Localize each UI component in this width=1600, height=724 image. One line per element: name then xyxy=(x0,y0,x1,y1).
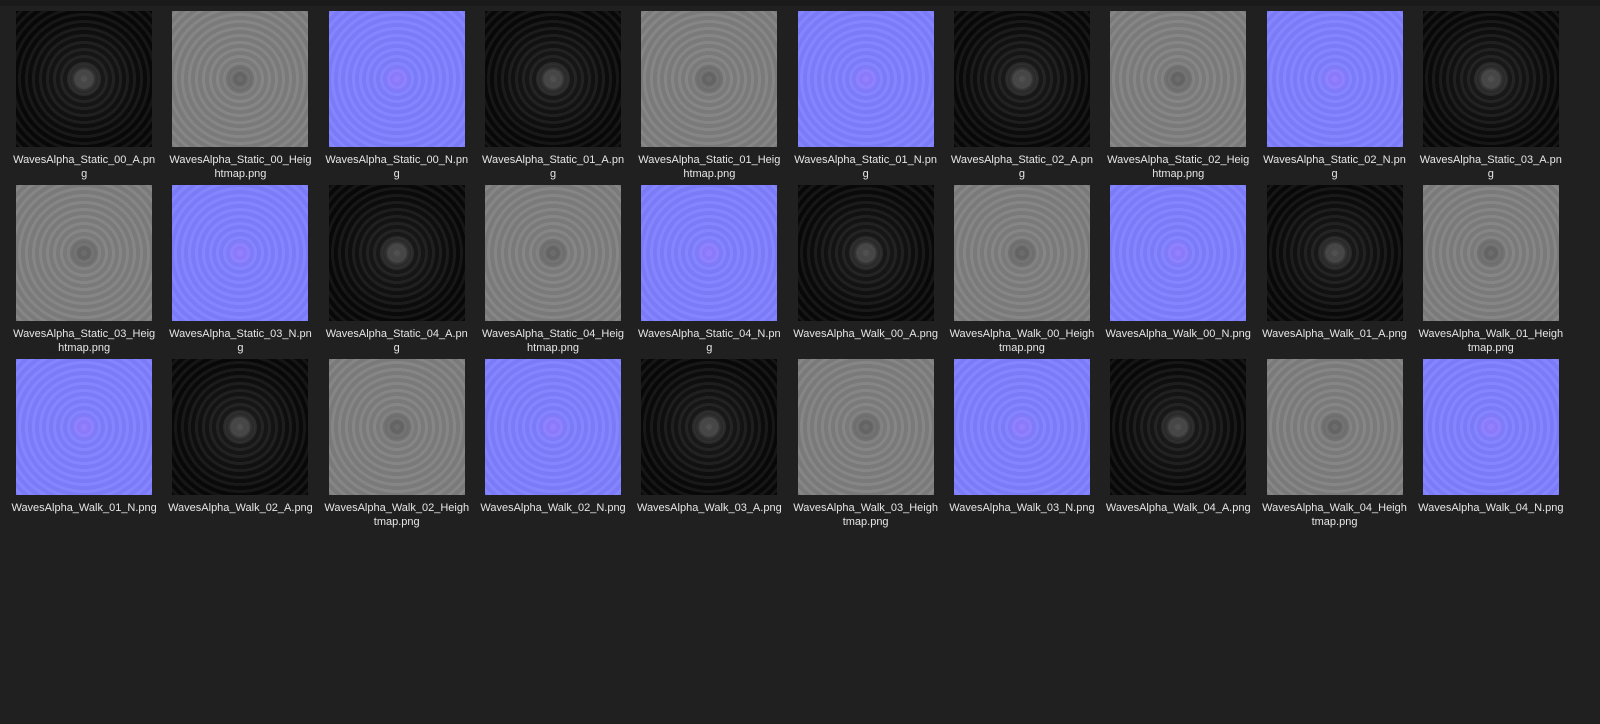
image-thumbnail[interactable] xyxy=(797,185,934,321)
file-item[interactable]: WavesAlpha_Static_00_N.png xyxy=(319,11,475,185)
image-thumbnail[interactable] xyxy=(16,11,153,147)
file-name: WavesAlpha_Static_00_Heightmap.png xyxy=(169,154,312,180)
image-thumbnail[interactable] xyxy=(1422,359,1559,495)
file-name: WavesAlpha_Static_04_N.png xyxy=(637,328,781,354)
image-thumbnail[interactable] xyxy=(172,359,309,495)
file-name: WavesAlpha_Walk_04_N.png xyxy=(1418,502,1564,514)
file-item[interactable]: WavesAlpha_Walk_03_N.png xyxy=(944,359,1100,533)
file-name: WavesAlpha_Static_02_N.png xyxy=(1263,154,1406,180)
file-name: WavesAlpha_Static_00_A.png xyxy=(13,154,156,180)
file-item[interactable]: WavesAlpha_Static_03_Heightmap.png xyxy=(6,185,162,359)
file-item[interactable]: WavesAlpha_Static_02_N.png xyxy=(1256,11,1412,185)
file-name: WavesAlpha_Walk_02_A.png xyxy=(168,502,313,514)
file-item[interactable]: WavesAlpha_Static_02_Heightmap.png xyxy=(1100,11,1256,185)
file-name: WavesAlpha_Static_01_N.png xyxy=(794,154,937,180)
image-thumbnail[interactable] xyxy=(172,185,309,321)
image-thumbnail[interactable] xyxy=(328,185,465,321)
image-thumbnail[interactable] xyxy=(641,11,778,147)
file-name: WavesAlpha_Walk_01_Heightmap.png xyxy=(1418,328,1564,354)
file-item[interactable]: WavesAlpha_Walk_01_A.png xyxy=(1256,185,1412,359)
file-thumbnail-grid: WavesAlpha_Static_00_A.png WavesAlpha_Sta… xyxy=(0,11,1569,533)
file-item[interactable]: WavesAlpha_Static_04_Heightmap.png xyxy=(475,185,631,359)
file-item[interactable]: WavesAlpha_Walk_03_Heightmap.png xyxy=(787,359,943,533)
image-thumbnail[interactable] xyxy=(1422,11,1559,147)
file-name: WavesAlpha_Walk_00_Heightmap.png xyxy=(949,328,1095,354)
file-name: WavesAlpha_Static_02_Heightmap.png xyxy=(1107,154,1250,180)
file-name: WavesAlpha_Static_03_A.png xyxy=(1419,154,1562,180)
image-thumbnail[interactable] xyxy=(953,359,1090,495)
image-thumbnail[interactable] xyxy=(16,185,153,321)
image-thumbnail[interactable] xyxy=(641,359,778,495)
file-item[interactable]: WavesAlpha_Static_02_A.png xyxy=(944,11,1100,185)
file-name: WavesAlpha_Walk_03_Heightmap.png xyxy=(793,502,938,528)
file-name: WavesAlpha_Walk_00_A.png xyxy=(793,328,938,340)
top-edge xyxy=(0,0,1600,6)
file-name: WavesAlpha_Walk_02_N.png xyxy=(480,502,626,514)
image-thumbnail[interactable] xyxy=(328,11,465,147)
file-item[interactable]: WavesAlpha_Walk_04_N.png xyxy=(1413,359,1569,533)
file-name: WavesAlpha_Static_01_A.png xyxy=(481,154,625,180)
file-item[interactable]: WavesAlpha_Walk_02_A.png xyxy=(162,359,318,533)
file-item[interactable]: WavesAlpha_Static_01_Heightmap.png xyxy=(631,11,787,185)
file-name: WavesAlpha_Walk_01_A.png xyxy=(1262,328,1407,340)
file-name: WavesAlpha_Walk_02_Heightmap.png xyxy=(324,502,470,528)
file-name: WavesAlpha_Static_04_A.png xyxy=(325,328,468,354)
file-item[interactable]: WavesAlpha_Walk_00_Heightmap.png xyxy=(944,185,1100,359)
file-item[interactable]: WavesAlpha_Static_04_A.png xyxy=(319,185,475,359)
file-item[interactable]: WavesAlpha_Walk_00_N.png xyxy=(1100,185,1256,359)
file-item[interactable]: WavesAlpha_Static_03_A.png xyxy=(1413,11,1569,185)
image-thumbnail[interactable] xyxy=(485,185,622,321)
image-thumbnail[interactable] xyxy=(797,11,934,147)
image-thumbnail[interactable] xyxy=(172,11,309,147)
file-name: WavesAlpha_Walk_03_A.png xyxy=(636,502,782,514)
image-thumbnail[interactable] xyxy=(1266,359,1403,495)
file-name: WavesAlpha_Static_02_A.png xyxy=(950,154,1093,180)
file-item[interactable]: WavesAlpha_Walk_04_A.png xyxy=(1100,359,1256,533)
file-item[interactable]: WavesAlpha_Static_03_N.png xyxy=(162,185,318,359)
image-thumbnail[interactable] xyxy=(1422,185,1559,321)
file-item[interactable]: WavesAlpha_Walk_00_A.png xyxy=(787,185,943,359)
image-thumbnail[interactable] xyxy=(1110,185,1247,321)
file-item[interactable]: WavesAlpha_Static_01_A.png xyxy=(475,11,631,185)
file-item[interactable]: WavesAlpha_Walk_01_N.png xyxy=(6,359,162,533)
file-item[interactable]: WavesAlpha_Walk_01_Heightmap.png xyxy=(1413,185,1569,359)
image-thumbnail[interactable] xyxy=(953,11,1090,147)
file-item[interactable]: WavesAlpha_Static_00_A.png xyxy=(6,11,162,185)
file-name: WavesAlpha_Walk_04_A.png xyxy=(1105,502,1251,514)
file-item[interactable]: WavesAlpha_Static_01_N.png xyxy=(787,11,943,185)
file-item[interactable]: WavesAlpha_Static_04_N.png xyxy=(631,185,787,359)
file-name: WavesAlpha_Walk_04_Heightmap.png xyxy=(1262,502,1407,528)
image-thumbnail[interactable] xyxy=(328,359,465,495)
image-thumbnail[interactable] xyxy=(1266,185,1403,321)
file-name: WavesAlpha_Walk_00_N.png xyxy=(1105,328,1251,340)
file-name: WavesAlpha_Static_04_Heightmap.png xyxy=(481,328,625,354)
image-thumbnail[interactable] xyxy=(797,359,934,495)
file-name: WavesAlpha_Static_03_N.png xyxy=(169,328,312,354)
file-item[interactable]: WavesAlpha_Walk_04_Heightmap.png xyxy=(1256,359,1412,533)
image-thumbnail[interactable] xyxy=(641,185,778,321)
image-thumbnail[interactable] xyxy=(485,11,622,147)
image-thumbnail[interactable] xyxy=(485,359,622,495)
file-name: WavesAlpha_Walk_03_N.png xyxy=(949,502,1095,514)
image-thumbnail[interactable] xyxy=(1266,11,1403,147)
image-thumbnail[interactable] xyxy=(1110,359,1247,495)
file-item[interactable]: WavesAlpha_Walk_02_Heightmap.png xyxy=(319,359,475,533)
file-name: WavesAlpha_Static_00_N.png xyxy=(325,154,469,180)
file-name: WavesAlpha_Static_01_Heightmap.png xyxy=(638,154,781,180)
file-name: WavesAlpha_Walk_01_N.png xyxy=(11,502,157,514)
image-thumbnail[interactable] xyxy=(16,359,153,495)
file-name: WavesAlpha_Static_03_Heightmap.png xyxy=(13,328,156,354)
file-item[interactable]: WavesAlpha_Static_00_Heightmap.png xyxy=(162,11,318,185)
image-thumbnail[interactable] xyxy=(953,185,1090,321)
file-item[interactable]: WavesAlpha_Walk_02_N.png xyxy=(475,359,631,533)
file-item[interactable]: WavesAlpha_Walk_03_A.png xyxy=(631,359,787,533)
image-thumbnail[interactable] xyxy=(1110,11,1247,147)
